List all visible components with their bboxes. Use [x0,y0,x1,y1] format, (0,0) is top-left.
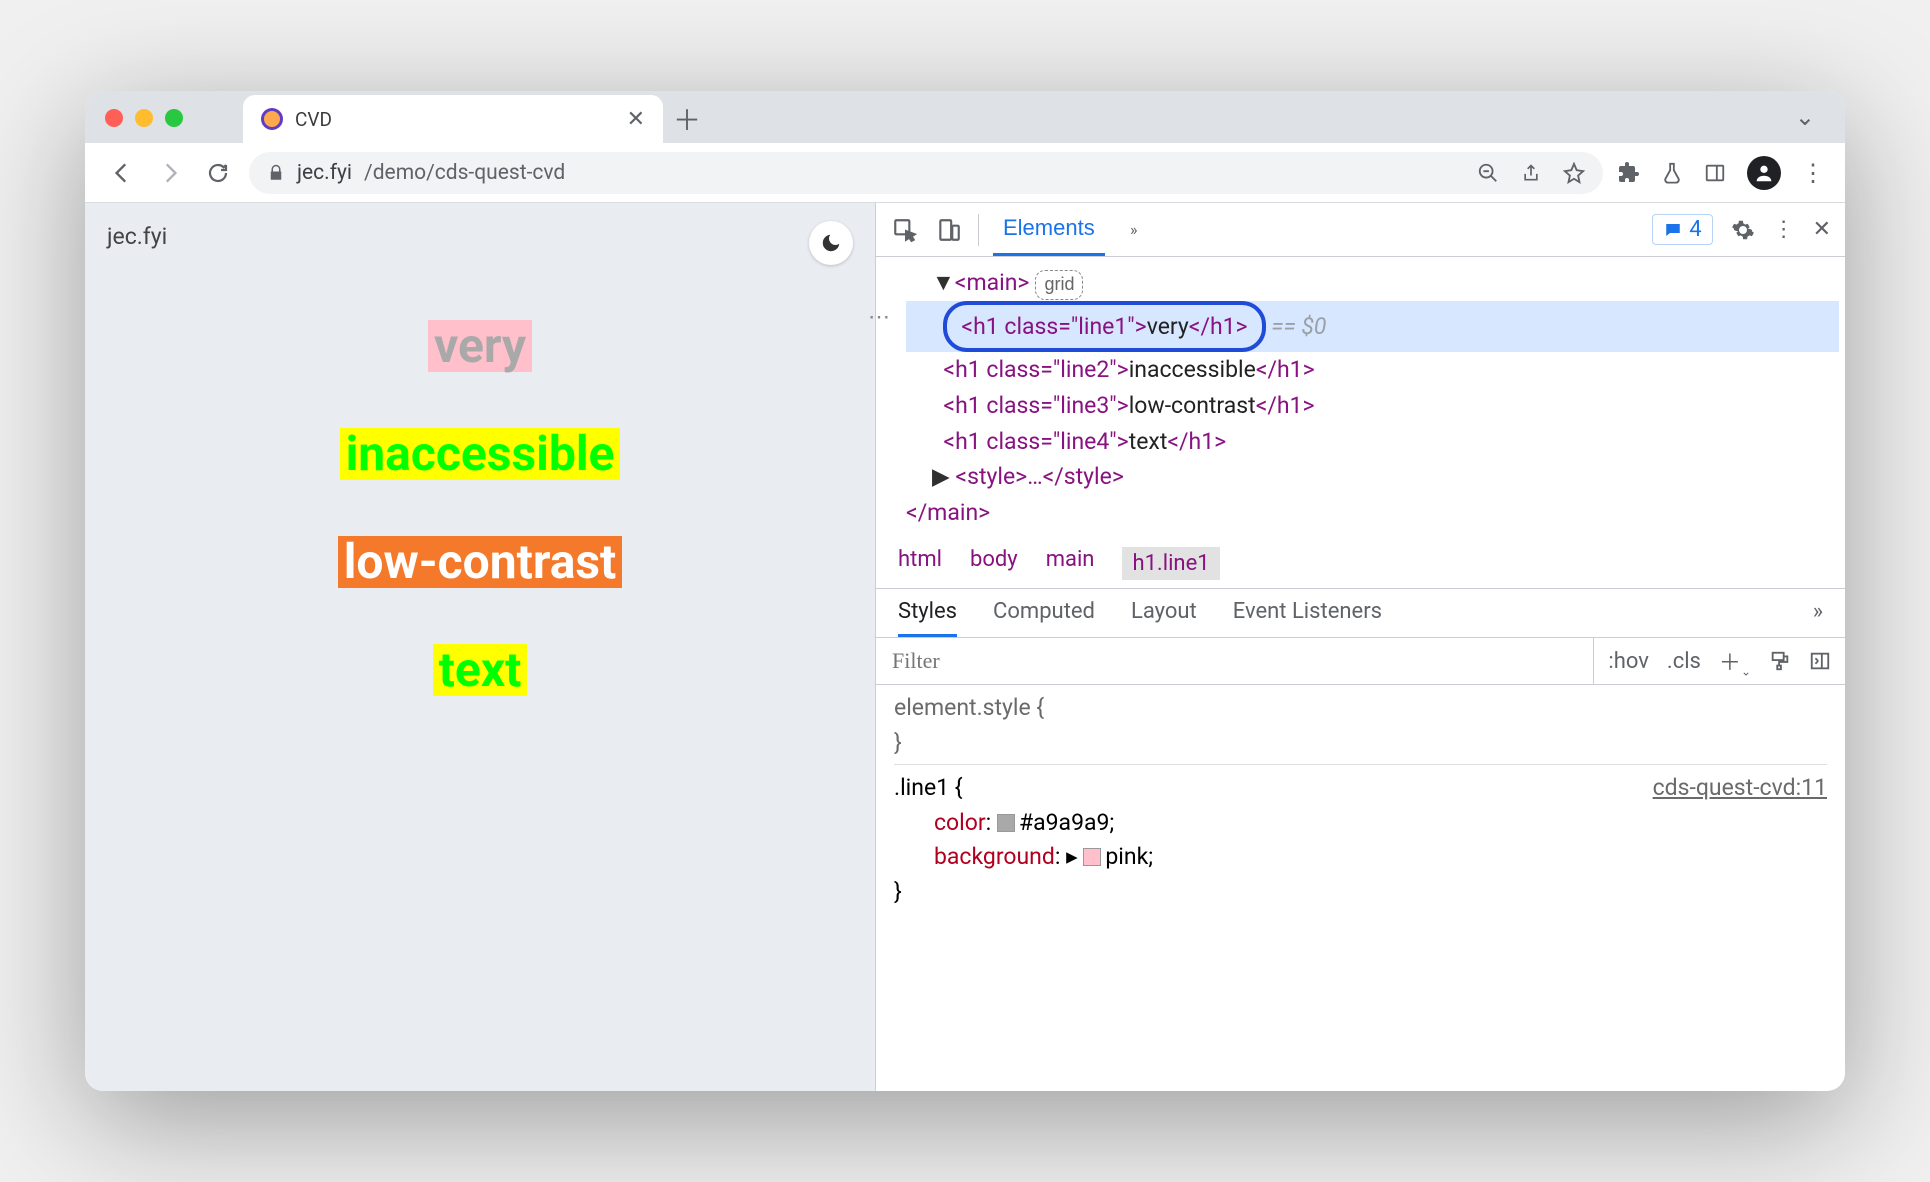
page-brand: jec.fyi [107,223,853,250]
rule-selector[interactable]: .line1 { [894,774,963,801]
browser-tab[interactable]: CVD ✕ [243,95,663,143]
browser-menu-icon[interactable]: ⋮ [1801,159,1825,187]
maximize-window-button[interactable] [165,109,183,127]
element-style-close: } [894,726,1827,761]
breadcrumb-item[interactable]: main [1046,547,1095,580]
demo-line3: low-contrast [338,536,623,588]
profile-avatar-icon[interactable] [1747,156,1781,190]
dom-selected-node[interactable]: <h1 class="line1">very</h1> == $0 [906,301,1839,353]
cls-toggle[interactable]: .cls [1667,649,1701,674]
close-tab-icon[interactable]: ✕ [627,107,645,132]
prop-name[interactable]: color [934,809,986,836]
tab-title: CVD [295,108,332,131]
devtools-menu-icon[interactable]: ⋮ [1773,217,1795,242]
styles-subtabs: Styles Computed Layout Event Listeners » [876,588,1845,637]
demo-content: very inaccessible low-contrast text [107,320,853,696]
forward-button[interactable] [153,156,187,190]
url-host: jec.fyi [297,161,352,185]
rule-source-link[interactable]: cds-quest-cvd:11 [1653,771,1827,806]
more-panels-icon[interactable]: » [1119,215,1149,245]
inspect-element-icon[interactable] [890,215,920,245]
device-toolbar-icon[interactable] [934,215,964,245]
dom-node[interactable]: <h1 class="line4">text</h1> [906,424,1839,460]
bookmark-star-icon[interactable] [1563,162,1585,184]
devtools: Elements » 4 ⋮ ✕ ▼<main>grid <h1 class="… [875,203,1845,1091]
url-path: /demo/cds-quest-cvd [364,161,565,185]
hov-toggle[interactable]: :hov [1608,649,1649,674]
subtab-event-listeners[interactable]: Event Listeners [1233,599,1382,637]
dom-node[interactable]: <h1 class="line3">low-contrast</h1> [906,388,1839,424]
devtools-toolbar: Elements » 4 ⋮ ✕ [876,203,1845,257]
toolbar: jec.fyi/demo/cds-quest-cvd ⋮ [85,143,1845,203]
styles-filter-row: :hov .cls ＋⌄ [876,637,1845,685]
devtools-settings-icon[interactable] [1731,218,1755,242]
grid-badge[interactable]: grid [1035,270,1083,300]
demo-line2: inaccessible [340,428,621,480]
breadcrumb-item[interactable]: body [970,547,1018,580]
color-swatch-icon[interactable] [1083,848,1101,866]
dom-node[interactable]: ▶ <style>…</style> [906,459,1839,495]
browser-window: CVD ✕ ＋ ⌄ jec.fyi/demo/cds-quest-cvd [85,91,1845,1091]
window-controls [105,109,183,127]
dom-node[interactable]: <h1 class="line2">inaccessible</h1> [906,352,1839,388]
breadcrumb-item-active[interactable]: h1.line1 [1122,547,1219,580]
reload-button[interactable] [201,156,235,190]
dom-breadcrumb: html body main h1.line1 [876,538,1845,588]
color-swatch-icon[interactable] [997,814,1015,832]
subtab-computed[interactable]: Computed [993,599,1095,637]
tabs-dropdown-icon[interactable]: ⌄ [1795,103,1815,131]
new-tab-button[interactable]: ＋ [663,95,711,143]
side-panel-icon[interactable] [1703,162,1727,184]
element-style-open: element.style { [894,691,1827,726]
titlebar: CVD ✕ ＋ ⌄ [85,91,1845,143]
devtools-close-icon[interactable]: ✕ [1813,217,1831,242]
labs-icon[interactable] [1661,161,1683,185]
extensions-icon[interactable] [1617,161,1641,185]
computed-sidebar-icon[interactable] [1809,650,1831,672]
close-window-button[interactable] [105,109,123,127]
new-style-rule-icon[interactable]: ＋⌄ [1719,645,1751,678]
share-icon[interactable] [1521,162,1541,184]
dom-main-open[interactable]: <main> [955,269,1030,296]
prop-value[interactable]: pink; [1105,843,1153,870]
page-viewport: jec.fyi very inaccessible low-contrast t… [85,203,875,1091]
dark-mode-toggle[interactable] [809,221,853,265]
styles-rules[interactable]: element.style { } .line1 { cds-quest-cvd… [876,685,1845,915]
subtab-styles[interactable]: Styles [898,599,957,637]
demo-line4: text [433,644,528,696]
issues-badge[interactable]: 4 [1652,214,1712,245]
lock-icon [267,164,285,182]
dom-main-close[interactable]: </main> [906,499,990,526]
prop-value[interactable]: #a9a9a9; [1019,809,1114,836]
address-bar[interactable]: jec.fyi/demo/cds-quest-cvd [249,152,1603,194]
tab-favicon-icon [261,108,283,130]
panel-tab-elements[interactable]: Elements [993,203,1105,256]
more-subtabs-icon[interactable]: » [1813,599,1823,637]
eq-dollar-zero: == $0 [1266,313,1327,340]
minimize-window-button[interactable] [135,109,153,127]
breadcrumb-item[interactable]: html [898,547,942,580]
paint-icon[interactable] [1769,650,1791,672]
back-button[interactable] [105,156,139,190]
styles-filter-input[interactable] [876,638,1593,684]
prop-name[interactable]: background [934,843,1055,870]
rule-close: } [894,875,1827,910]
dom-tree[interactable]: ▼<main>grid <h1 class="line1">very</h1> … [876,257,1845,538]
issues-count: 4 [1689,217,1701,242]
subtab-layout[interactable]: Layout [1131,599,1197,637]
zoom-icon[interactable] [1477,162,1499,184]
demo-line1: very [428,320,532,372]
